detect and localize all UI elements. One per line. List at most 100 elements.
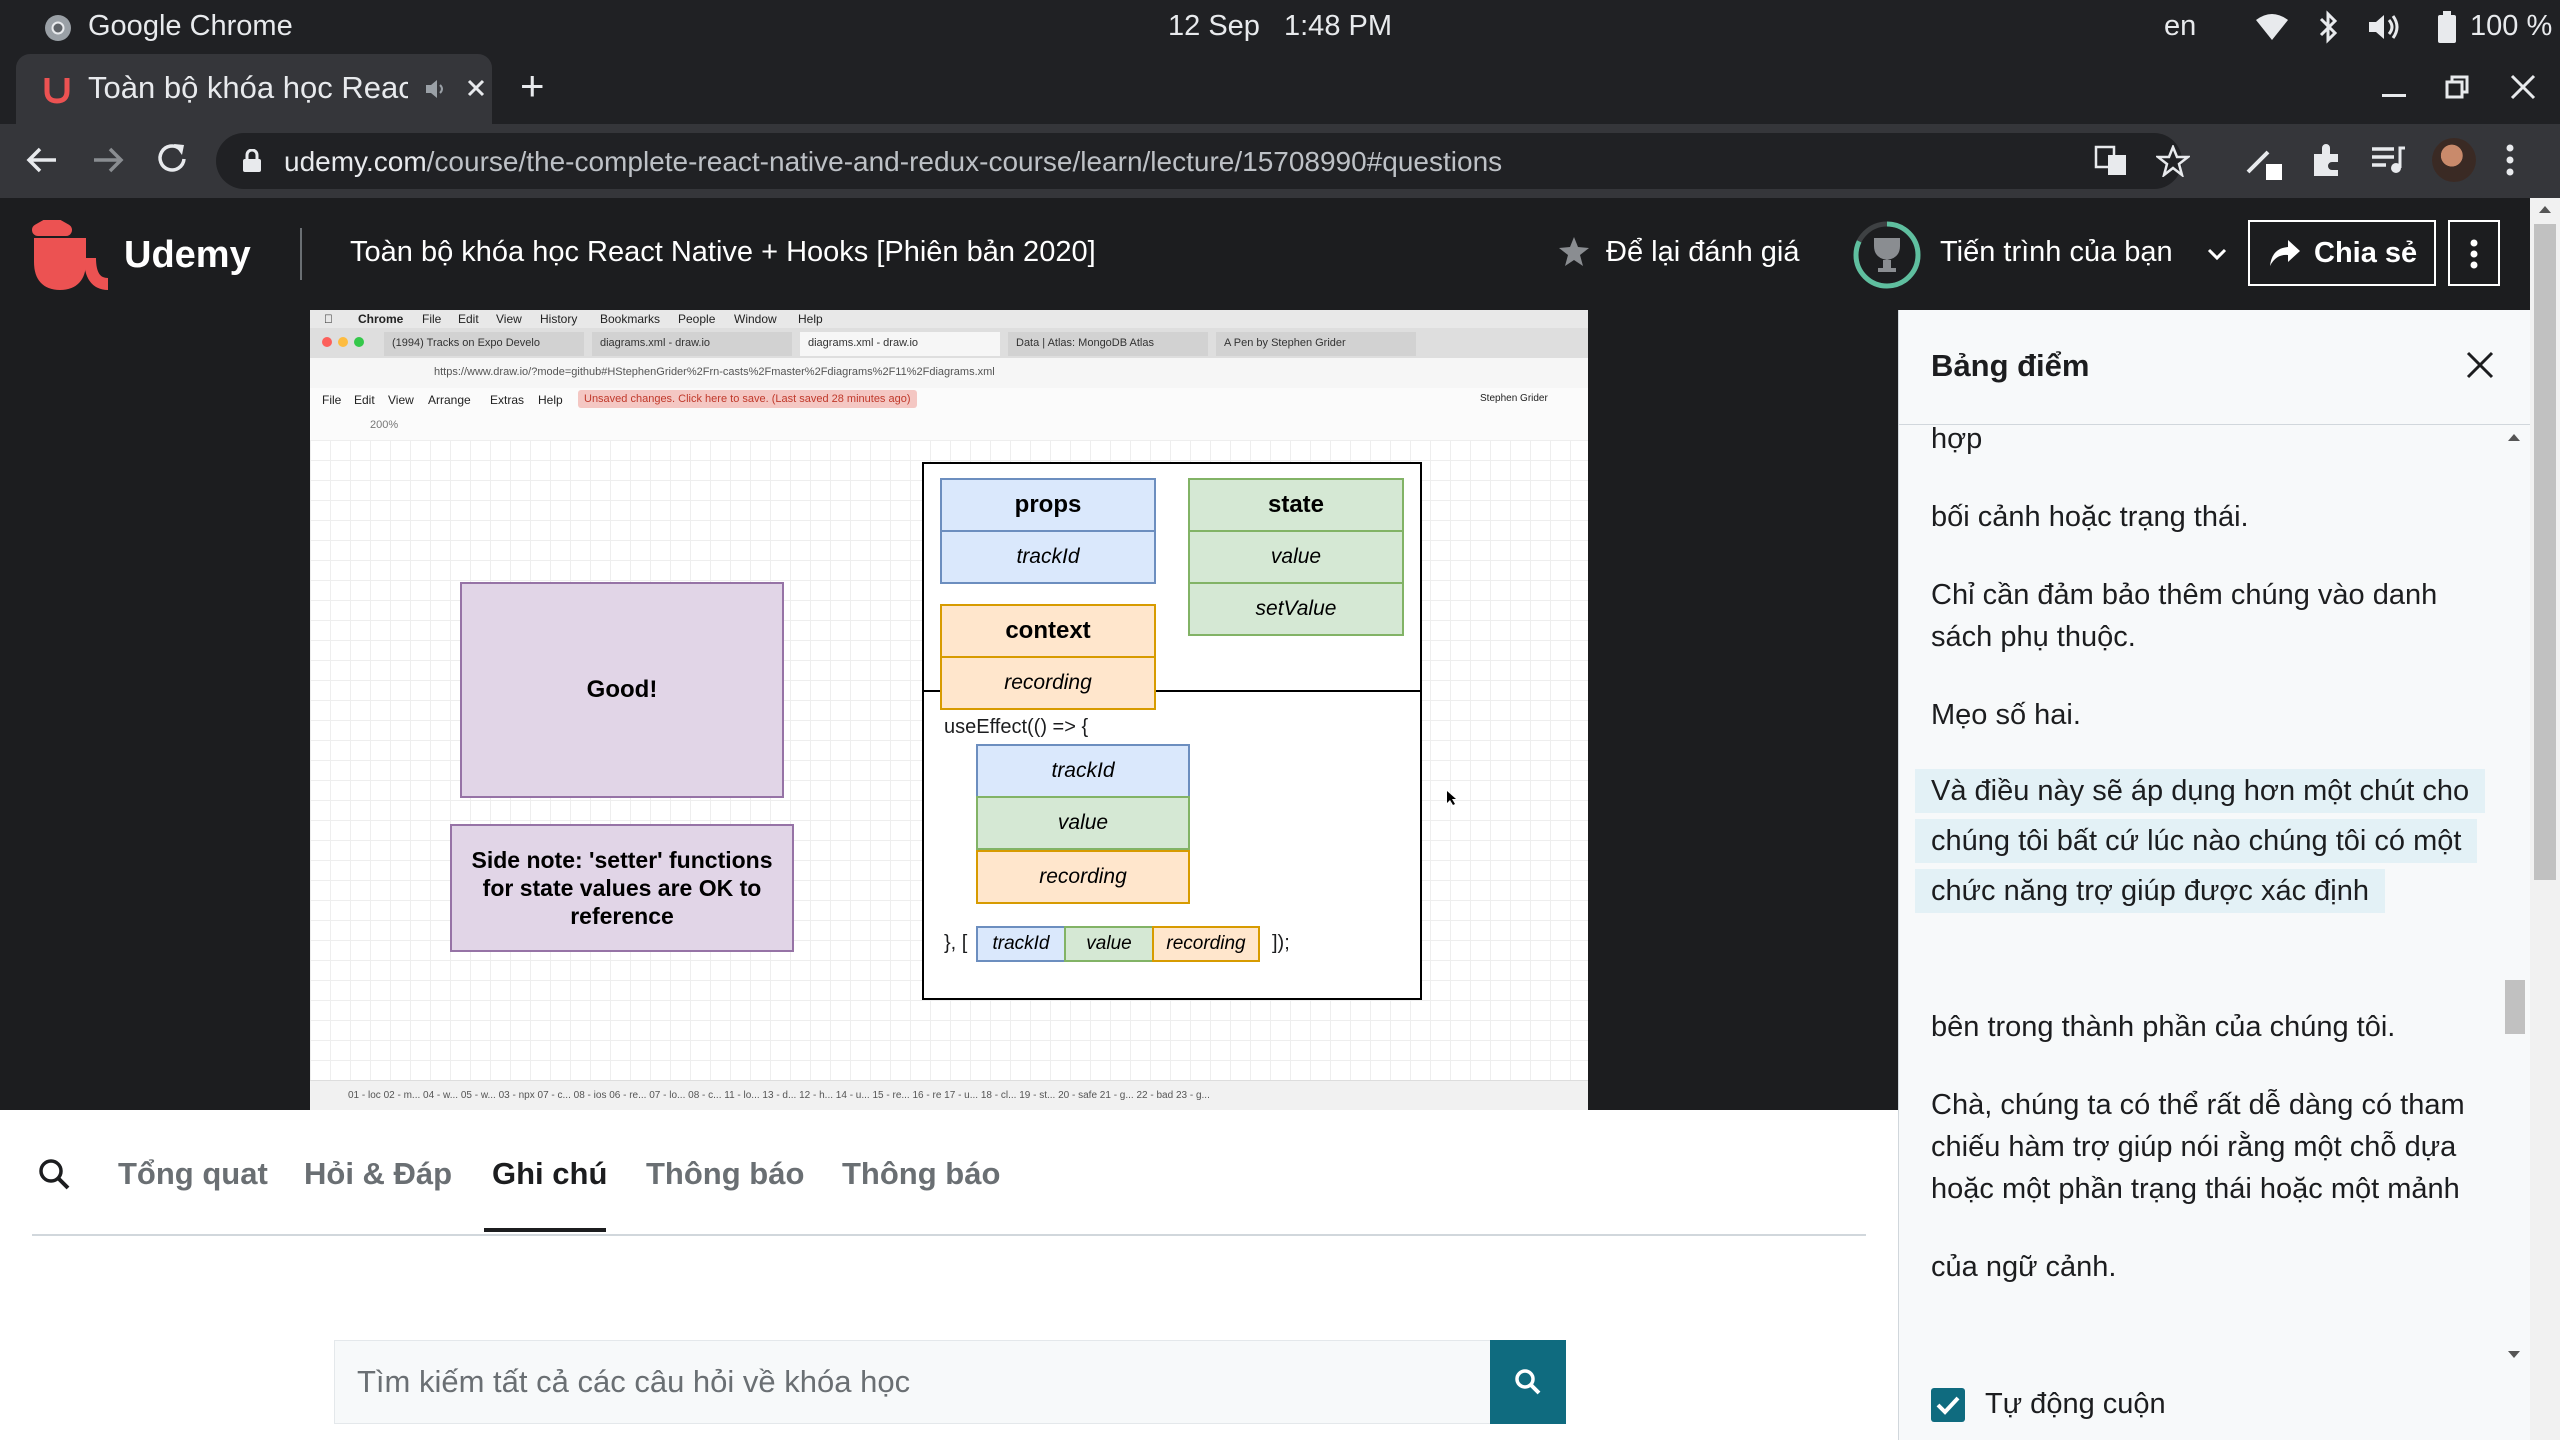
os-time: 1:48 PM: [1284, 10, 1392, 42]
transcript-cue[interactable]: hợp: [1931, 424, 2471, 460]
drawio-user: Stephen Grider: [1480, 393, 1548, 404]
new-tab-button[interactable]: +: [520, 62, 545, 110]
share-button[interactable]: Chia sẻ: [2248, 220, 2436, 286]
video-frame[interactable]:  Chrome File Edit View History Bookmark…: [310, 310, 1588, 1110]
video-browser-tabs: (1994) Tracks on Expo Develo diagrams.xm…: [310, 328, 1588, 358]
scroll-down-icon[interactable]: [2507, 1350, 2521, 1360]
browser-toolbar: udemy.com/course/the-complete-react-nati…: [0, 124, 2560, 198]
drawio-menu-item: Extras: [490, 393, 525, 407]
video-address-bar: https://www.draw.io/?mode=github#HStephe…: [310, 358, 1588, 389]
page-scroll-thumb[interactable]: [2534, 224, 2556, 880]
browser-tab[interactable]: Toàn bộ khóa học React Native + Hooks [P…: [16, 54, 492, 124]
tab-announcements[interactable]: Thông báo: [646, 1156, 804, 1192]
extensions-puzzle-icon[interactable]: [2308, 142, 2344, 178]
course-tabs: Tổng quat Hỏi & Đáp Ghi chú Thông báo Th…: [32, 1110, 1866, 1236]
diagram-dep-item: trackId: [976, 926, 1066, 962]
progress-label: Tiến trình của bạn: [1940, 236, 2173, 268]
restore-icon[interactable]: [2444, 74, 2472, 102]
transcript-cue[interactable]: của ngữ cảnh.: [1931, 1246, 2471, 1288]
search-icon[interactable]: [38, 1158, 70, 1190]
os-top-bar: Google Chrome 12 Sep 1:48 PM en 100 %: [0, 0, 2560, 54]
scroll-up-icon[interactable]: [2507, 432, 2521, 442]
volume-icon[interactable]: [2366, 12, 2402, 42]
url-text: udemy.com/course/the-complete-react-nati…: [284, 146, 1502, 178]
tab-announcements-2[interactable]: Thông báo: [842, 1156, 1000, 1192]
os-language[interactable]: en: [2164, 10, 2196, 43]
drawio-menubar: File Edit View Arrange Extras Help Unsav…: [310, 388, 1588, 412]
os-app-name: Google Chrome: [88, 10, 293, 42]
browser-menu-icon[interactable]: [2504, 142, 2516, 178]
more-options-button[interactable]: [2448, 220, 2500, 286]
transcript-body[interactable]: hợp bối cảnh hoặc trạng thái. Chỉ cần đả…: [1899, 424, 2503, 1366]
video-menu-item: Chrome: [358, 312, 404, 326]
transcript-panel: Bảng điểm hợp bối cảnh hoặc trạng thái. …: [1898, 310, 2531, 1440]
udemy-logo-text: Udemy: [124, 234, 251, 276]
wifi-icon[interactable]: [2254, 12, 2290, 42]
reload-icon[interactable]: [154, 140, 190, 178]
transcript-cue[interactable]: Chỉ cần đảm bảo thêm chúng vào danh sách…: [1931, 574, 2471, 658]
diagram-state-header: state: [1188, 478, 1404, 532]
transcript-cue[interactable]: Mẹo số hai.: [1931, 694, 2471, 736]
diagram-deps-close: ]);: [1272, 932, 1290, 954]
video-tab: diagrams.xml - draw.io: [592, 332, 792, 356]
drawio-page-tab-list: 01 - loc 02 - m... 04 - w... 05 - w... 0…: [348, 1090, 1210, 1101]
video-url: https://www.draw.io/?mode=github#HStephe…: [434, 366, 995, 378]
window-close-icon[interactable]: [2510, 74, 2536, 100]
forward-icon[interactable]: [90, 142, 126, 178]
tab-close-icon[interactable]: [466, 78, 486, 98]
transcript-scrollbar[interactable]: [2503, 424, 2525, 1366]
search-button-icon: [1515, 1369, 1541, 1395]
battery-icon[interactable]: [2436, 10, 2458, 44]
udemy-logo-icon: [32, 220, 109, 290]
diagram-dep-item: recording: [1152, 926, 1260, 962]
diagram-deps-open: }, [: [944, 932, 968, 954]
transcript-cue[interactable]: bên trong thành phần của chúng tôi.: [1931, 1006, 2471, 1048]
diagram-effect-open: useEffect(() => {: [944, 716, 1089, 738]
close-icon[interactable]: [2465, 350, 2495, 380]
drawio-toolbar: 200%: [310, 412, 1588, 441]
progress-ring-icon: [1853, 221, 1921, 289]
diagram-dep-item: value: [1064, 926, 1154, 962]
video-menu-item: View: [496, 312, 522, 326]
translate-icon[interactable]: [2094, 145, 2128, 177]
transcript-scroll-thumb[interactable]: [2505, 980, 2525, 1034]
transcript-header: Bảng điểm: [1899, 310, 2531, 425]
drawio-page-tabs: 01 - loc 02 - m... 04 - w... 05 - w... 0…: [310, 1080, 1588, 1110]
bluetooth-icon[interactable]: [2316, 10, 2340, 44]
autoscroll-label: Tự động cuộn: [1985, 1388, 2166, 1420]
back-icon[interactable]: [24, 142, 60, 178]
lock-icon[interactable]: [242, 149, 262, 173]
video-tab: (1994) Tracks on Expo Develo: [384, 332, 584, 356]
search-button[interactable]: [1490, 1340, 1566, 1424]
video-menu-item: File: [422, 312, 442, 326]
leave-rating-button[interactable]: Để lại đánh giá: [1606, 236, 1799, 269]
diagram-effect-item: value: [976, 796, 1190, 850]
video-mac-menubar:  Chrome File Edit View History Bookmark…: [310, 310, 1588, 328]
mouse-cursor-icon: [1447, 791, 1456, 805]
video-player[interactable]:  Chrome File Edit View History Bookmark…: [0, 310, 1898, 1110]
transcript-cue[interactable]: Chà, chúng ta có thể rất dễ dàng có tham…: [1931, 1084, 2471, 1210]
video-menu-item: Help: [798, 312, 823, 326]
profile-avatar[interactable]: [2432, 138, 2476, 182]
transcript-cue-current[interactable]: Và điều này sẽ áp dụng hơn một chút cho …: [1915, 766, 2486, 916]
pen-extension-icon[interactable]: [2244, 142, 2284, 182]
tab-audio-icon[interactable]: [424, 78, 448, 100]
tab-overview[interactable]: Tổng quat: [118, 1156, 268, 1192]
diagram-state-item: setValue: [1188, 582, 1404, 636]
address-bar[interactable]: udemy.com/course/the-complete-react-nati…: [216, 133, 2190, 189]
tab-qa[interactable]: Hỏi & Đáp: [304, 1156, 452, 1192]
media-queue-icon[interactable]: [2370, 144, 2406, 176]
page-scrollbar[interactable]: [2530, 198, 2560, 1440]
transcript-cue-current-text: Và điều này sẽ áp dụng hơn một chút cho …: [1915, 769, 2486, 913]
video-tab: diagrams.xml - draw.io: [800, 332, 1000, 356]
course-title[interactable]: Toàn bộ khóa học React Native + Hooks [P…: [350, 236, 1096, 269]
autoscroll-checkbox[interactable]: [1931, 1388, 1965, 1422]
search-input[interactable]: [335, 1341, 1485, 1423]
chevron-down-icon: [2207, 248, 2227, 261]
minimize-icon[interactable]: [2382, 92, 2410, 98]
transcript-title: Bảng điểm: [1931, 348, 2090, 383]
bookmark-star-icon[interactable]: [2156, 145, 2190, 177]
transcript-cue[interactable]: bối cảnh hoặc trạng thái.: [1931, 496, 2471, 538]
tab-notes[interactable]: Ghi chú: [492, 1156, 607, 1192]
page-scroll-up-icon[interactable]: [2538, 204, 2552, 214]
